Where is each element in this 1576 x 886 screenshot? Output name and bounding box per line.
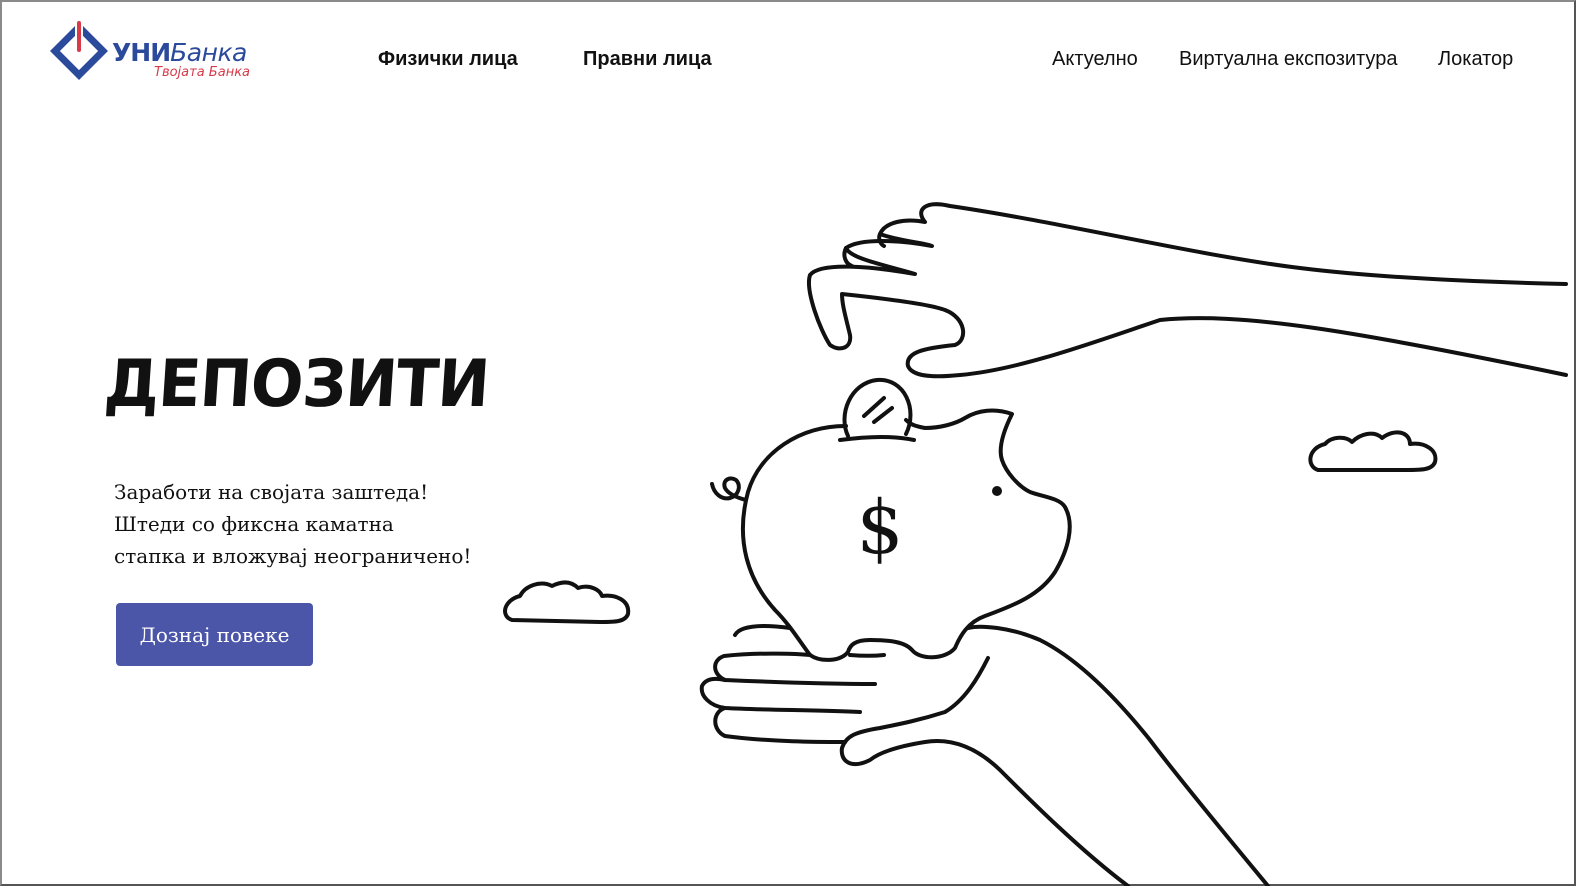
browser-frame — [0, 0, 1576, 886]
power-icon — [50, 21, 108, 80]
hero-title: ДЕПОЗИТИ — [101, 345, 492, 422]
hero-description-line: Штеди со фиксна каматна — [114, 512, 394, 536]
logo-name-bold: УНИ — [112, 38, 171, 67]
nav-locator[interactable]: Локатор — [1438, 48, 1513, 71]
hero-description-line: Заработи на својата заштеда! — [114, 480, 429, 504]
logo-name-italic: Банка — [170, 38, 247, 67]
nav-news[interactable]: Актуелно — [1052, 48, 1138, 71]
hero-description-line: стапка и вложувај неограничено! — [114, 544, 472, 568]
nav-legal-entities[interactable]: Правни лица — [583, 48, 712, 71]
logo-tagline: Твојата Банка — [154, 65, 251, 80]
logo-wordmark: УНИБанка — [112, 38, 247, 67]
nav-virtual-branch[interactable]: Виртуална експозитура — [1179, 48, 1397, 71]
hero-description: Заработи на својата заштеда! Штеди со фи… — [114, 476, 471, 572]
bank-logo[interactable]: УНИБанка Твојата Банка — [50, 18, 265, 86]
nav-individuals[interactable]: Физички лица — [378, 48, 518, 71]
learn-more-button[interactable]: Дознај повеке — [116, 603, 313, 666]
